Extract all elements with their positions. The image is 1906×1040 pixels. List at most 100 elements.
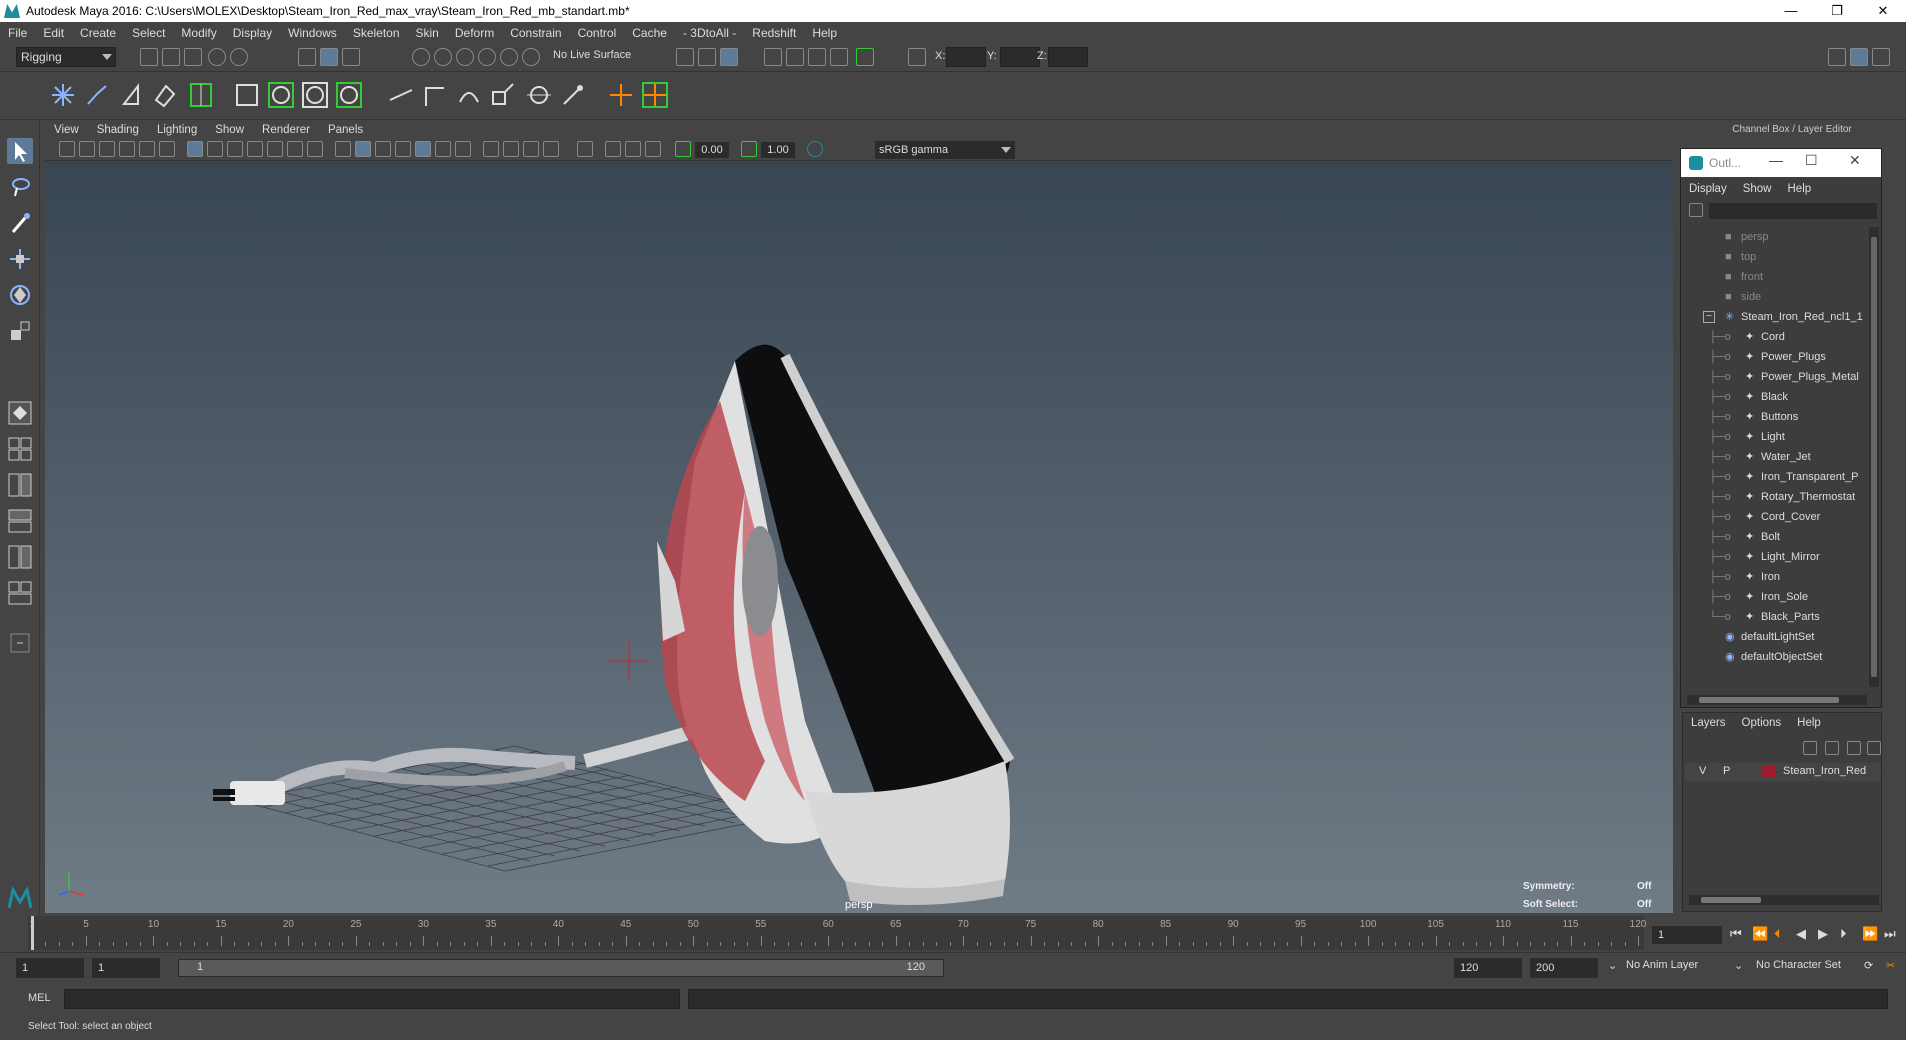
select-object-icon[interactable] — [320, 48, 338, 66]
modeling-toolkit-icon[interactable] — [1828, 48, 1846, 66]
outliner-item-power-plugs[interactable]: ├─o ✦ Power_Plugs — [1681, 347, 1865, 367]
anim-start-field[interactable]: 1 — [92, 958, 160, 978]
ik-handle-icon[interactable] — [82, 80, 112, 110]
step-forward-key-icon[interactable]: ⏩ — [1862, 926, 1878, 942]
shadows-icon[interactable] — [455, 141, 471, 157]
outliner-item-cord[interactable]: ├─o ✦ Cord — [1681, 327, 1865, 347]
two-pane-stacked-layout-icon[interactable] — [7, 508, 33, 534]
time-slider-track[interactable]: 1510152025303540455055606570758085909510… — [28, 916, 1646, 950]
current-frame-marker[interactable] — [31, 916, 34, 950]
resolution-gate-icon[interactable] — [227, 141, 243, 157]
gamma-icon[interactable] — [741, 141, 757, 157]
save-scene-icon[interactable] — [184, 48, 202, 66]
color-management-icon[interactable] — [807, 141, 823, 157]
auto-key-icon[interactable]: ⟳ — [1864, 959, 1873, 972]
layer-visibility-toggle[interactable]: V — [1699, 765, 1706, 777]
current-frame-field[interactable]: 1 — [1652, 926, 1722, 944]
outliner-search-input[interactable] — [1709, 203, 1877, 219]
bookmark-icon[interactable] — [99, 141, 115, 157]
outliner-item-buttons[interactable]: ├─o ✦ Buttons — [1681, 407, 1865, 427]
snap-view-icon[interactable] — [478, 48, 496, 66]
outliner-item-iron-transparent[interactable]: ├─o ✦ Iron_Transparent_P — [1681, 467, 1865, 487]
xray-joints-icon[interactable] — [625, 141, 641, 157]
y-field[interactable] — [1000, 47, 1040, 67]
viewport-menu-lighting[interactable]: Lighting — [148, 124, 206, 136]
step-forward-frame-icon[interactable]: ⏵ — [1840, 926, 1847, 942]
mel-input[interactable] — [64, 989, 680, 1009]
toolbox-collapse-icon[interactable] — [7, 630, 33, 656]
camera-select-icon[interactable] — [59, 141, 75, 157]
outliner-item-bolt[interactable]: ├─o ✦ Bolt — [1681, 527, 1865, 547]
magnet-icon[interactable] — [522, 48, 540, 66]
filter-icon[interactable] — [1689, 203, 1703, 217]
outliner-item-rotary-thermostat[interactable]: ├─o ✦ Rotary_Thermostat — [1681, 487, 1865, 507]
xray-icon[interactable] — [605, 141, 621, 157]
exposure-icon[interactable] — [675, 141, 691, 157]
menu-skin[interactable]: Skin — [408, 26, 447, 40]
field-chart-icon[interactable] — [267, 141, 283, 157]
layer-menu-help[interactable]: Help — [1789, 717, 1829, 735]
outliner-item-iron[interactable]: ├─o ✦ Iron — [1681, 567, 1865, 587]
z-field[interactable] — [1048, 47, 1088, 67]
anim-layer-dropdown[interactable]: No Anim Layer — [1626, 959, 1698, 971]
render-view-icon[interactable] — [808, 48, 826, 66]
smooth-shade-icon[interactable] — [355, 141, 371, 157]
render-settings-icon[interactable] — [764, 48, 782, 66]
wire-deformer-icon[interactable] — [334, 80, 364, 110]
new-scene-icon[interactable] — [140, 48, 158, 66]
film-gate-icon[interactable] — [207, 141, 223, 157]
lattice-icon[interactable] — [186, 80, 216, 110]
collapse-icon[interactable]: − — [1703, 311, 1715, 323]
menu-edit[interactable]: Edit — [35, 26, 72, 40]
new-layer-selected-icon[interactable] — [1867, 741, 1881, 755]
outliner-item-front[interactable]: ■ front — [1681, 267, 1865, 287]
outliner-menu-show[interactable]: Show — [1735, 183, 1780, 195]
use-all-lights-icon[interactable] — [435, 141, 451, 157]
start-time-field[interactable]: 1 — [16, 958, 84, 978]
snap-grid-icon[interactable] — [412, 48, 430, 66]
layer-horizontal-scrollbar[interactable] — [1689, 895, 1879, 905]
lasso-tool-icon[interactable] — [7, 174, 33, 200]
menu-control[interactable]: Control — [570, 26, 625, 40]
point-constraint-icon[interactable] — [420, 80, 450, 110]
anim-end-field[interactable]: 120 — [1454, 958, 1522, 978]
outliner-item-light-mirror[interactable]: ├─o ✦ Light_Mirror — [1681, 547, 1865, 567]
menu-cache[interactable]: Cache — [624, 26, 675, 40]
screen-space-ao-icon[interactable] — [483, 141, 499, 157]
safe-title-icon[interactable] — [307, 141, 323, 157]
preferences-icon[interactable]: ✂ — [1886, 959, 1895, 972]
outliner-menu-help[interactable]: Help — [1780, 183, 1820, 195]
parent-constraint-icon[interactable] — [386, 80, 416, 110]
outliner-item-power-plugs-metal[interactable]: ├─o ✦ Power_Plugs_Metal — [1681, 367, 1865, 387]
outliner-item-iron-sole[interactable]: ├─o ✦ Iron_Sole — [1681, 587, 1865, 607]
pole-vector-icon[interactable] — [558, 80, 588, 110]
menu-redshift[interactable]: Redshift — [744, 26, 804, 40]
attribute-editor-icon[interactable] — [1850, 48, 1868, 66]
locator-icon[interactable] — [606, 80, 636, 110]
xray-components-icon[interactable] — [645, 141, 661, 157]
outliner-item-black[interactable]: ├─o ✦ Black — [1681, 387, 1865, 407]
menu-display[interactable]: Display — [225, 26, 280, 40]
layer-playback-toggle[interactable]: P — [1723, 765, 1730, 777]
menu-constrain[interactable]: Constrain — [502, 26, 569, 40]
menu-windows[interactable]: Windows — [280, 26, 345, 40]
aim-constraint-icon[interactable] — [524, 80, 554, 110]
viewport-persp[interactable]: persp Symmetry: Off Soft Select: Off — [45, 161, 1673, 913]
skin-bind-icon[interactable] — [150, 80, 180, 110]
orient-constraint-icon[interactable] — [454, 80, 484, 110]
outliner-item-light[interactable]: ├─o ✦ Light — [1681, 427, 1865, 447]
layer-menu-layers[interactable]: Layers — [1683, 717, 1734, 735]
textured-icon[interactable] — [415, 141, 431, 157]
snap-point-icon[interactable] — [456, 48, 474, 66]
two-pane-side-layout-icon[interactable] — [7, 472, 33, 498]
play-backwards-icon[interactable]: ◀ — [1796, 926, 1806, 942]
viewport-menu-view[interactable]: View — [45, 124, 88, 136]
redshift-icon[interactable] — [856, 48, 874, 66]
viewport-menu-show[interactable]: Show — [206, 124, 253, 136]
outliner-vertical-scrollbar[interactable] — [1869, 227, 1879, 687]
render-region-icon[interactable] — [676, 48, 694, 66]
menu-help[interactable]: Help — [804, 26, 845, 40]
menu-skeleton[interactable]: Skeleton — [345, 26, 408, 40]
persp-graph-layout-icon[interactable] — [7, 580, 33, 606]
x-field[interactable] — [946, 47, 986, 67]
